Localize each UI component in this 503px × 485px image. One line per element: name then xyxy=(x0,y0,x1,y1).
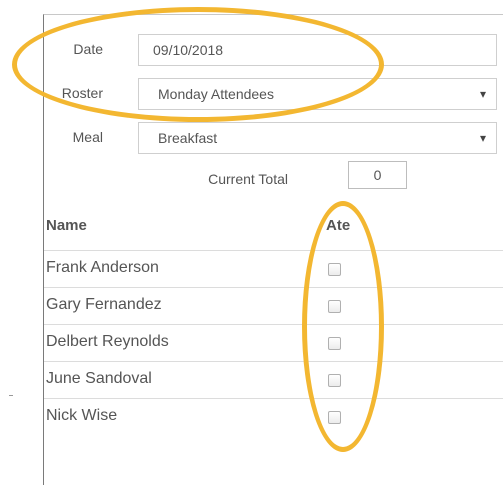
table-row: Nick Wise xyxy=(44,398,503,435)
meal-select[interactable]: Breakfast xyxy=(138,122,497,154)
attendee-name: June Sandoval xyxy=(46,370,152,387)
attendee-name: Gary Fernandez xyxy=(46,296,162,313)
name-column-header: Name xyxy=(46,217,87,234)
meal-select-value: Breakfast xyxy=(158,130,218,146)
edge-mark xyxy=(9,395,13,396)
table-row: Frank Anderson xyxy=(44,250,503,287)
current-total-label: Current Total xyxy=(208,171,288,187)
meal-label: Meal xyxy=(72,129,103,145)
date-roster-highlight-ellipse xyxy=(12,7,384,122)
attendee-name: Nick Wise xyxy=(46,407,118,424)
ate-column-highlight-ellipse xyxy=(302,201,384,452)
attendee-name: Delbert Reynolds xyxy=(46,333,169,350)
table-row: June Sandoval xyxy=(44,361,503,398)
current-total-value: 0 xyxy=(348,161,407,189)
table-row: Delbert Reynolds xyxy=(44,324,503,361)
attendee-name: Frank Anderson xyxy=(46,259,159,276)
table-row: Gary Fernandez xyxy=(44,287,503,324)
